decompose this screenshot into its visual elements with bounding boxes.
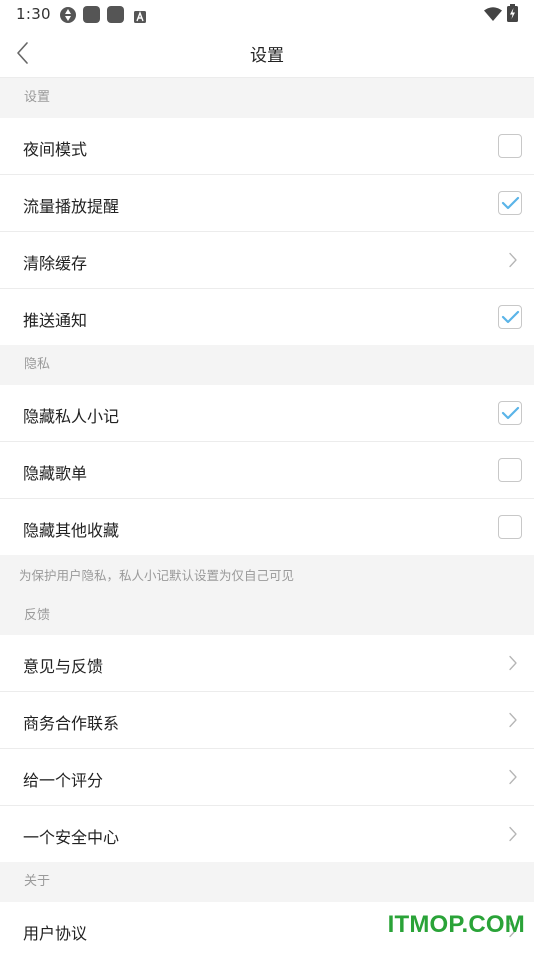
chevron-right-icon [509, 655, 517, 671]
app-icon [83, 6, 100, 27]
push-notification-checkbox[interactable] [498, 305, 522, 329]
app-icon [107, 6, 124, 27]
section-header-privacy: 隐私 [0, 345, 534, 385]
row-security-center[interactable]: 一个安全中心 [0, 806, 534, 862]
chevron-right-icon [509, 826, 517, 842]
row-label: 隐藏其他收藏 [23, 521, 120, 540]
checkmark-icon [501, 310, 520, 324]
row-business-contact[interactable]: 商务合作联系 [0, 692, 534, 749]
hide-other-favorites-checkbox[interactable] [498, 515, 522, 539]
hide-playlists-checkbox[interactable] [498, 458, 522, 482]
status-time: 1:30 [16, 5, 51, 23]
text-a-icon [134, 8, 146, 27]
page-title: 设置 [250, 46, 284, 66]
row-hide-other-favorites[interactable]: 隐藏其他收藏 [0, 499, 534, 555]
row-label: 夜间模式 [23, 140, 88, 159]
chevron-right-icon [509, 712, 517, 728]
status-bar: 1:30 [0, 0, 534, 30]
row-data-play-alert[interactable]: 流量播放提醒 [0, 175, 534, 232]
row-label: 清除缓存 [23, 254, 88, 273]
row-hide-playlists[interactable]: 隐藏歌单 [0, 442, 534, 499]
data-play-alert-checkbox[interactable] [498, 191, 522, 215]
app-header: 设置 [0, 30, 534, 78]
row-label: 用户协议 [23, 924, 88, 943]
row-push-notification[interactable]: 推送通知 [0, 289, 534, 345]
settings-list: 设置 夜间模式 流量播放提醒 清除缓存 推送通知 隐私 隐藏私人小记 隐藏歌单 … [0, 78, 534, 958]
row-label: 推送通知 [23, 311, 88, 330]
row-label: 给一个评分 [23, 771, 104, 790]
section-header-feedback: 反馈 [0, 597, 534, 635]
watermark-logo: ITMOP.COM [387, 911, 525, 938]
row-label: 意见与反馈 [23, 657, 104, 676]
section-header-about: 关于 [0, 862, 534, 902]
chevron-right-icon [509, 252, 517, 268]
row-hide-private-notes[interactable]: 隐藏私人小记 [0, 385, 534, 442]
battery-charging-icon [507, 4, 518, 26]
night-mode-checkbox[interactable] [498, 134, 522, 158]
row-clear-cache[interactable]: 清除缓存 [0, 232, 534, 289]
section-header-settings: 设置 [0, 78, 534, 118]
row-night-mode[interactable]: 夜间模式 [0, 118, 534, 175]
privacy-note: 为保护用户隐私，私人小记默认设置为仅自己可见 [0, 555, 534, 597]
row-rate-app[interactable]: 给一个评分 [0, 749, 534, 806]
row-label: 商务合作联系 [23, 714, 120, 733]
row-label: 隐藏歌单 [23, 464, 88, 483]
chevron-right-icon [509, 769, 517, 785]
row-label: 一个安全中心 [23, 828, 120, 847]
wifi-icon [484, 6, 502, 25]
checkmark-icon [501, 406, 520, 420]
row-label: 隐藏私人小记 [23, 407, 120, 426]
hide-private-notes-checkbox[interactable] [498, 401, 522, 425]
checkmark-icon [501, 196, 520, 210]
row-feedback[interactable]: 意见与反馈 [0, 635, 534, 692]
row-label: 流量播放提醒 [23, 197, 120, 216]
sync-icon [59, 6, 77, 28]
